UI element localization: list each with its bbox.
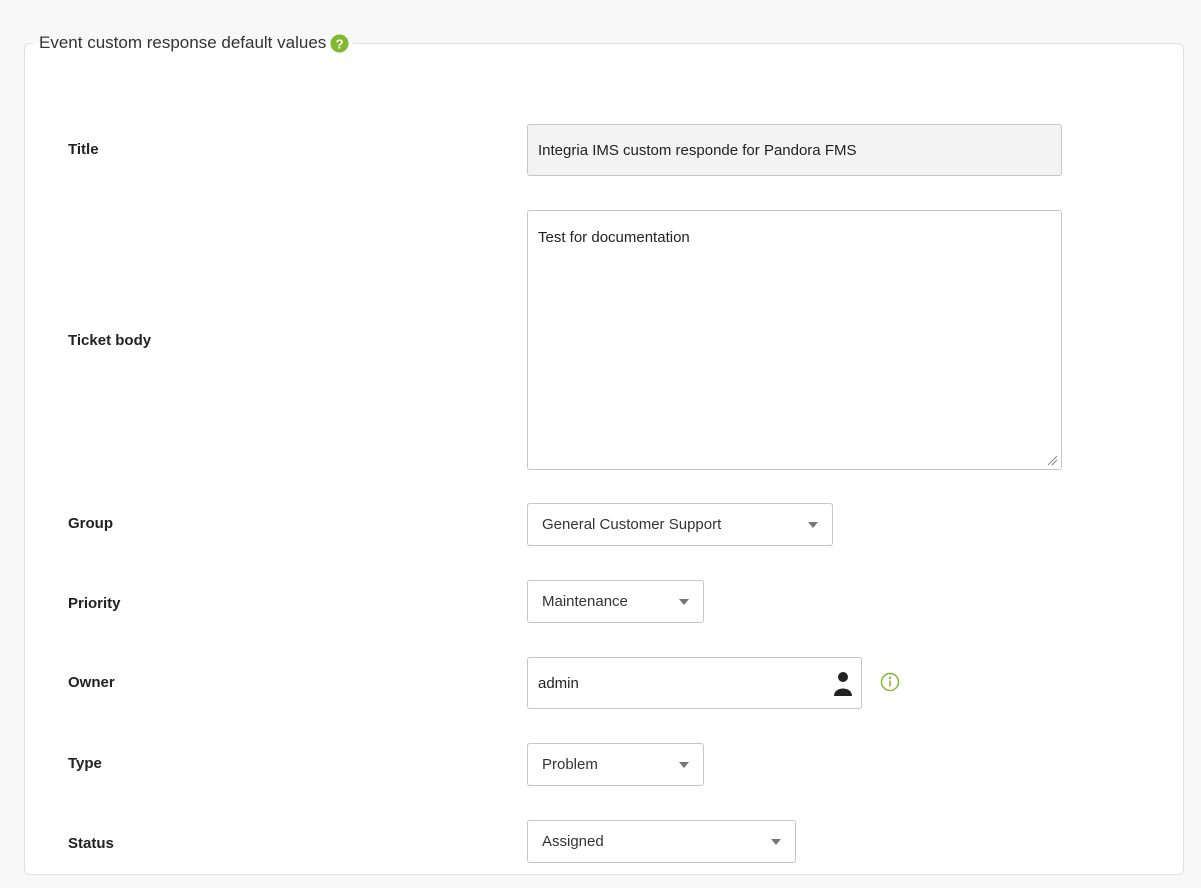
svg-text:?: ? (336, 36, 344, 51)
event-custom-response-panel: Event custom response default values ? T… (24, 33, 1184, 875)
ticket-body-value: Test for documentation (538, 229, 690, 246)
ticket-body-textarea[interactable]: Test for documentation (527, 210, 1062, 470)
user-icon[interactable] (833, 671, 853, 697)
resize-grip-icon[interactable] (1046, 454, 1058, 466)
owner-value: admin (538, 674, 579, 692)
panel-legend: Event custom response default values ? (33, 33, 353, 53)
ticket-body-label: Ticket body (68, 332, 152, 349)
priority-label: Priority (68, 595, 121, 612)
chevron-down-icon (679, 761, 689, 768)
status-selected: Assigned (542, 833, 604, 850)
panel-title: Event custom response default values (39, 33, 327, 52)
group-label: Group (68, 515, 113, 532)
owner-input[interactable]: admin (527, 657, 862, 709)
chevron-down-icon (679, 598, 689, 605)
type-select[interactable]: Problem (527, 743, 704, 786)
help-icon[interactable]: ? (330, 33, 349, 53)
title-label: Title (68, 141, 99, 158)
group-select[interactable]: General Customer Support (527, 503, 833, 546)
type-label: Type (68, 755, 102, 772)
title-value: Integria IMS custom responde for Pandora… (538, 141, 857, 159)
type-selected: Problem (542, 756, 598, 773)
chevron-down-icon (808, 521, 818, 528)
status-label: Status (68, 835, 114, 852)
chevron-down-icon (771, 838, 781, 845)
title-input[interactable]: Integria IMS custom responde for Pandora… (527, 124, 1062, 176)
priority-selected: Maintenance (542, 593, 628, 610)
owner-label: Owner (68, 674, 115, 691)
priority-select[interactable]: Maintenance (527, 580, 704, 623)
page: Event custom response default values ? T… (0, 0, 1201, 888)
status-select[interactable]: Assigned (527, 820, 796, 863)
info-icon[interactable] (880, 672, 900, 692)
group-selected: General Customer Support (542, 516, 722, 533)
